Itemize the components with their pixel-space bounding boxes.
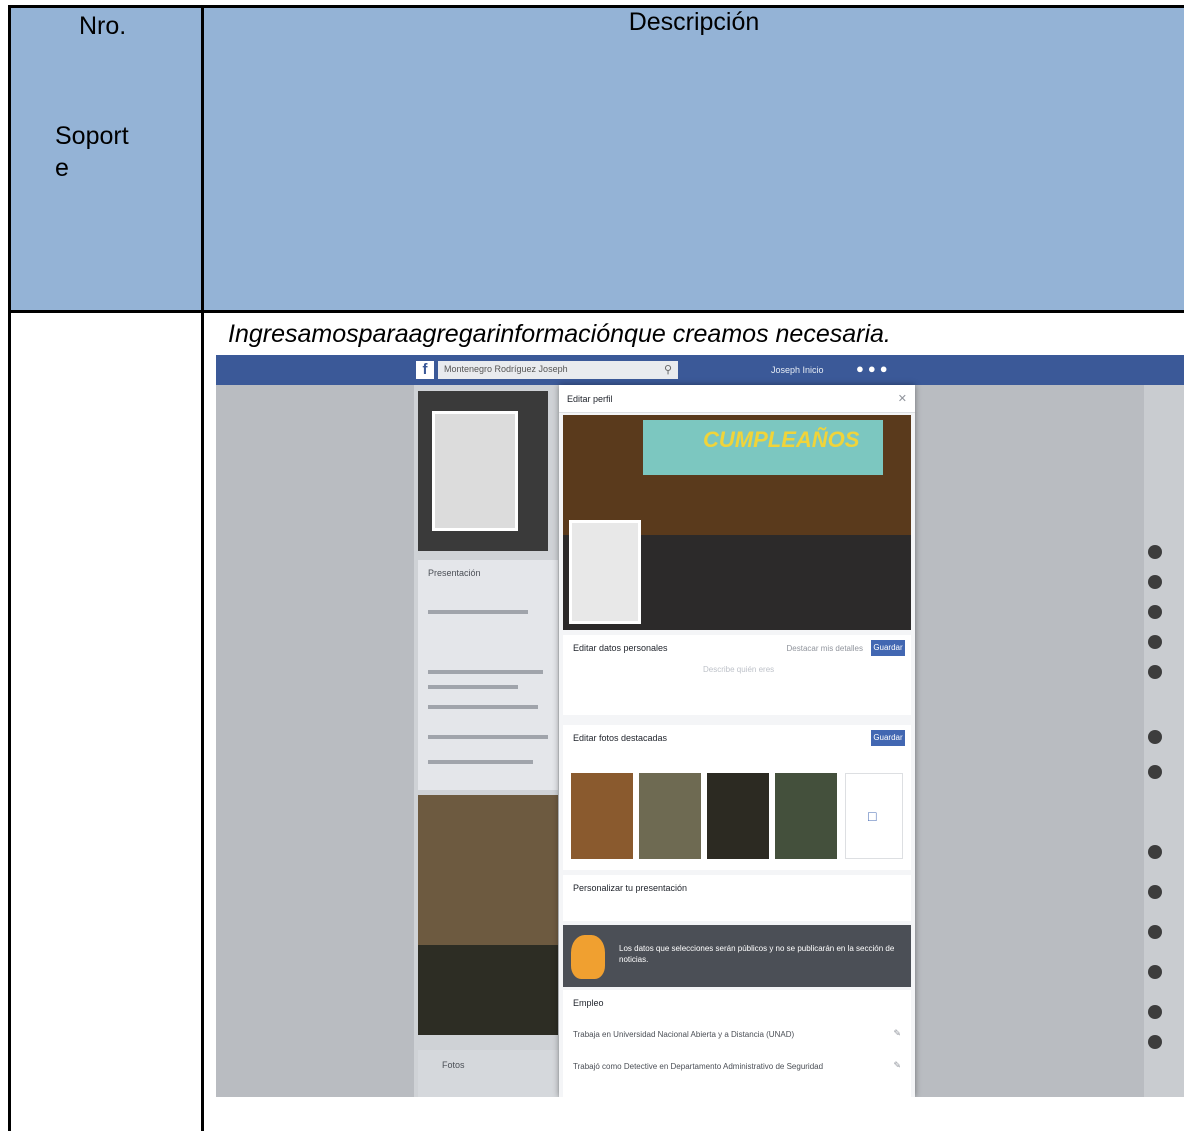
pencil-icon: ✎ (893, 1028, 901, 1038)
facebook-top-bar: f Montenegro Rodríguez Joseph ⚲ Joseph I… (216, 355, 1184, 385)
chat-avatar (1148, 965, 1162, 979)
privacy-notice: Los datos que selecciones serán públicos… (563, 925, 911, 987)
chat-avatar (1148, 605, 1162, 619)
job-item: Trabajó como Detective en Departamento A… (573, 1062, 824, 1071)
soporte-line-1: Soport (55, 122, 129, 150)
chat-avatar (1148, 1035, 1162, 1049)
section-details: Editar datos personales Destacar mis det… (563, 635, 911, 715)
intro-panel: Presentación (418, 560, 558, 790)
column-header-nro: Nro. (79, 12, 127, 40)
chat-avatar (1148, 845, 1162, 859)
chat-avatar (1148, 765, 1162, 779)
add-photo-slot: □ (845, 773, 903, 859)
featured-photo (639, 773, 701, 859)
photos-panel: Fotos (418, 1050, 558, 1097)
chat-avatar (1148, 925, 1162, 939)
section-details-link: Destacar mis detalles (786, 644, 863, 653)
featured-photo (707, 773, 769, 859)
photos-title: Fotos (442, 1060, 465, 1070)
section-jobs: Empleo Trabaja en Universidad Nacional A… (563, 990, 911, 1097)
photo-thumb (418, 945, 558, 1035)
facebook-screenshot: f Montenegro Rodríguez Joseph ⚲ Joseph I… (216, 355, 1184, 1097)
owl-icon (571, 935, 605, 979)
chat-avatar (1148, 635, 1162, 649)
facebook-search-input: Montenegro Rodríguez Joseph ⚲ (438, 361, 678, 379)
section-featured-photos: Editar fotos destacadas Guardar □ (563, 725, 911, 870)
chat-sidebar (1144, 385, 1184, 1097)
featured-photo (775, 773, 837, 859)
profile-picture-area (418, 391, 548, 551)
photos-grid (418, 795, 558, 1035)
featured-photo (571, 773, 633, 859)
top-user-link: Joseph Inicio (771, 365, 824, 375)
section-details-title: Editar datos personales (573, 643, 668, 653)
close-icon: ✕ (897, 393, 907, 405)
notification-icons: ●●● (856, 361, 892, 376)
chat-avatar (1148, 730, 1162, 744)
search-icon: ⚲ (663, 364, 672, 376)
intro-line (428, 760, 533, 764)
intro-title: Presentación (428, 568, 481, 578)
intro-line (428, 735, 548, 739)
intro-line (428, 685, 518, 689)
header-bottom-border (8, 310, 1184, 313)
modal-title: Editar perfil (567, 394, 613, 404)
modal-header: Editar perfil ✕ (559, 385, 915, 413)
image-icon: □ (868, 808, 877, 824)
cover-photo: CUMPLEAÑOS (563, 415, 911, 630)
soporte-line-2: e (55, 154, 69, 182)
profile-picture (432, 411, 518, 531)
section-jobs-title: Empleo (573, 998, 604, 1008)
intro-line (428, 705, 538, 709)
chat-avatar (1148, 545, 1162, 559)
header-cell-descripcion (204, 8, 1184, 310)
save-details-button: Guardar (871, 640, 905, 656)
edit-profile-modal: Editar perfil ✕ CUMPLEAÑOS Editar datos … (559, 385, 915, 1097)
section-customize: Personalizar tu presentación (563, 875, 911, 921)
profile-avatar (569, 520, 641, 624)
column-header-descripcion: Descripción (628, 8, 760, 36)
chat-avatar (1148, 575, 1162, 589)
column-header-soporte: Soport e (55, 120, 165, 184)
pencil-icon: ✎ (893, 1060, 901, 1070)
job-item: Trabaja en Universidad Nacional Abierta … (573, 1030, 795, 1039)
search-text: Montenegro Rodríguez Joseph (444, 364, 568, 374)
chat-avatar (1148, 1005, 1162, 1019)
section-customize-title: Personalizar tu presentación (573, 883, 688, 893)
save-photos-button: Guardar (871, 730, 905, 746)
intro-line (428, 670, 543, 674)
intro-line (428, 610, 528, 614)
section-photos-title: Editar fotos destacadas (573, 733, 668, 743)
cover-banner-text: CUMPLEAÑOS (703, 427, 860, 452)
notice-text: Los datos que selecciones serán públicos… (619, 944, 895, 964)
chat-avatar (1148, 665, 1162, 679)
chat-avatar (1148, 885, 1162, 899)
step-caption: Ingresamosparaagregarinformaciónque crea… (228, 320, 891, 348)
section-details-sub: Describe quién eres (703, 665, 775, 674)
facebook-logo: f (416, 361, 434, 379)
